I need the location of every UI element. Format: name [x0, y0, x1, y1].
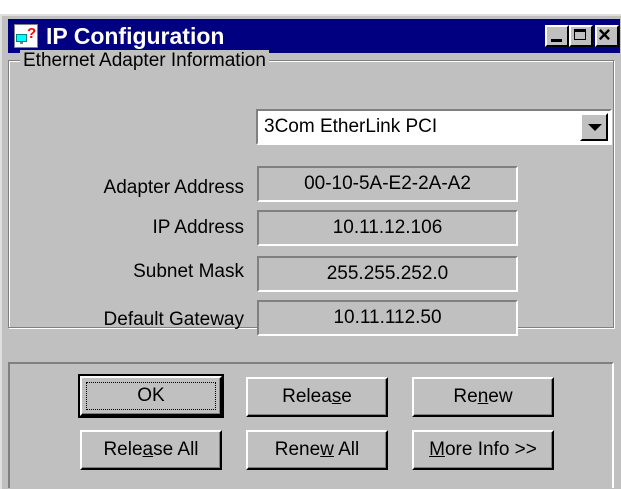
release-all-accel: a: [142, 439, 154, 460]
minimize-button[interactable]: [545, 25, 569, 47]
default-gateway-field: 10.11.112.50: [257, 300, 518, 336]
adapter-address-field: 00-10-5A-E2-2A-A2: [257, 166, 518, 202]
chevron-down-icon: [588, 124, 602, 131]
close-icon: ×: [598, 22, 611, 47]
more-info-label: ore Info >>: [444, 439, 537, 460]
renew-button[interactable]: Renew: [412, 377, 554, 417]
renew-all-label-a: Rene: [274, 439, 321, 460]
adapter-address-label: Adapter Address: [103, 177, 244, 198]
svg-text:?: ?: [27, 25, 36, 42]
release-accel: s: [331, 386, 342, 407]
minimize-icon: [551, 39, 562, 42]
ip-address-field: 10.11.12.106: [257, 210, 518, 246]
ok-button[interactable]: OK: [78, 374, 224, 418]
window-title: IP Configuration: [46, 23, 225, 49]
close-button[interactable]: ×: [595, 22, 619, 47]
dropdown-button[interactable]: [580, 113, 608, 141]
renew-all-button[interactable]: Renew All: [246, 430, 388, 470]
release-all-label-a: Rele: [103, 439, 143, 460]
default-gateway-label: Default Gateway: [103, 309, 244, 330]
more-info-accel: M: [429, 439, 445, 460]
adapter-select[interactable]: 3Com EtherLink PCI: [256, 109, 612, 145]
release-label-b: e: [341, 386, 352, 407]
group-legend: Ethernet Adapter Information: [20, 50, 269, 72]
renew-label-a: Re: [453, 386, 478, 407]
title-bar[interactable]: ? IP Configuration ×: [8, 19, 620, 53]
renew-label-b: ew: [488, 386, 513, 407]
adapter-select-value: 3Com EtherLink PCI: [264, 116, 438, 137]
renew-accel: n: [477, 386, 489, 407]
renew-all-accel: w: [320, 439, 334, 460]
network-question-icon[interactable]: ?: [14, 24, 38, 48]
release-all-label-b: se All: [153, 439, 199, 460]
release-label-a: Relea: [282, 386, 332, 407]
ok-button-label: OK: [137, 385, 165, 406]
subnet-mask-label: Subnet Mask: [133, 261, 244, 282]
release-all-button[interactable]: Release All: [80, 430, 222, 470]
maximize-icon: [574, 29, 586, 40]
ip-address-label: IP Address: [152, 217, 244, 238]
maximize-button[interactable]: [569, 25, 593, 47]
more-info-button[interactable]: More Info >>: [412, 430, 554, 470]
release-button[interactable]: Release: [246, 377, 388, 417]
subnet-mask-field: 255.255.252.0: [257, 256, 518, 292]
renew-all-label-b: All: [333, 439, 360, 460]
